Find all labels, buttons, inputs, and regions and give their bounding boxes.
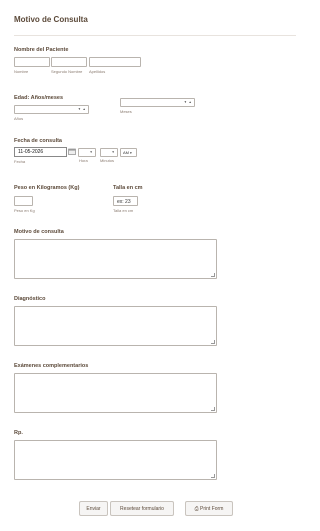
minute-sublabel: Minutos bbox=[100, 158, 115, 163]
printer-icon: ⎙ bbox=[194, 506, 199, 512]
hour-sublabel: Hora bbox=[79, 158, 88, 163]
exams-textarea[interactable] bbox=[14, 373, 217, 413]
ampm-value: AM bbox=[123, 150, 129, 155]
resize-grip-icon[interactable] bbox=[211, 340, 215, 344]
months-select[interactable]: ▾ ▴ bbox=[120, 98, 195, 107]
years-sublabel: Años bbox=[14, 116, 24, 121]
title-divider bbox=[14, 35, 296, 36]
months-sublabel: Meses bbox=[120, 109, 132, 114]
last-name-input[interactable] bbox=[89, 57, 141, 67]
rp-label: Rp. bbox=[14, 430, 23, 436]
first-name-sublabel: Nombre bbox=[14, 69, 29, 74]
age-label: Edad: Años/meses bbox=[14, 95, 64, 101]
last-name-sublabel: Apellidos bbox=[89, 69, 106, 74]
print-button-label: Print Form bbox=[200, 506, 224, 512]
weight-input[interactable] bbox=[14, 196, 33, 206]
height-sublabel: Talla en cm bbox=[113, 208, 134, 213]
resize-grip-icon[interactable] bbox=[211, 273, 215, 277]
resize-grip-icon[interactable] bbox=[211, 474, 215, 478]
date-input[interactable]: 11-05-2026 bbox=[14, 147, 67, 157]
hour-chevron-icon: ▾ bbox=[90, 150, 93, 154]
minute-chevron-icon: ▾ bbox=[112, 150, 115, 154]
first-name-input[interactable] bbox=[14, 57, 50, 67]
ampm-select[interactable]: AM▾ bbox=[120, 148, 137, 157]
resize-grip-icon[interactable] bbox=[211, 407, 215, 411]
months-spinner-icon: ▾ ▴ bbox=[184, 100, 192, 104]
diagnosis-label: Diagnóstico bbox=[14, 296, 46, 302]
reason-label: Motivo de consulta bbox=[14, 229, 64, 235]
height-label: Talla en cm bbox=[113, 185, 143, 191]
middle-name-sublabel: Segundo Nombre bbox=[51, 69, 83, 74]
height-input[interactable]: ex: 23 bbox=[113, 196, 138, 206]
years-select[interactable]: ▾ ▴ bbox=[14, 105, 89, 114]
calendar-icon[interactable] bbox=[68, 148, 76, 156]
years-spinner-icon: ▾ ▴ bbox=[78, 107, 86, 111]
form-title: Motivo de Consulta bbox=[14, 15, 88, 24]
diagnosis-textarea[interactable] bbox=[14, 306, 217, 346]
minute-select[interactable]: ▾ bbox=[100, 148, 118, 157]
weight-sublabel: Peso en Kg bbox=[14, 208, 35, 213]
exams-label: Exámenes complementarios bbox=[14, 363, 89, 369]
submit-button[interactable]: Enviar bbox=[79, 501, 108, 516]
middle-name-input[interactable] bbox=[51, 57, 87, 67]
date-sublabel: Fecha bbox=[14, 159, 26, 164]
patient-name-label: Nombre del Paciente bbox=[14, 47, 69, 53]
weight-label: Peso en Kilogramos (Kg) bbox=[14, 185, 80, 191]
reset-button[interactable]: Resetear formulario bbox=[110, 501, 174, 516]
date-label: Fecha de consulta bbox=[14, 138, 62, 144]
hour-select[interactable]: ▾ bbox=[78, 148, 96, 157]
rp-textarea[interactable] bbox=[14, 440, 217, 480]
ampm-chevron-icon: ▾ bbox=[130, 151, 132, 155]
reason-textarea[interactable] bbox=[14, 239, 217, 279]
print-button[interactable]: ⎙ Print Form bbox=[185, 501, 233, 516]
